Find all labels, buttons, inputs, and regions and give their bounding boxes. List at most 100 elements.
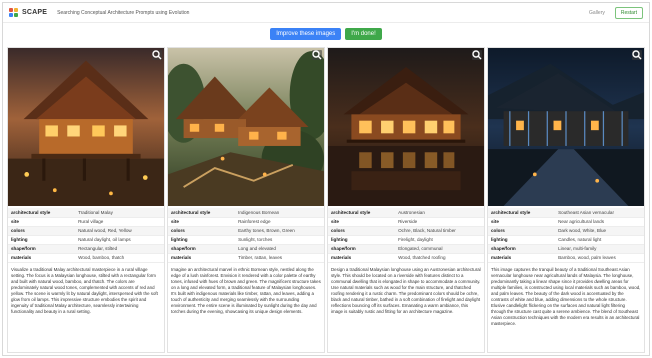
generated-image-3[interactable] bbox=[328, 48, 484, 206]
restart-button[interactable]: Restart bbox=[614, 6, 643, 19]
table-row: lighting Natural daylight, oil lamps bbox=[8, 235, 164, 245]
attribute-key: architectural style bbox=[8, 208, 76, 218]
table-row: architectural style Traditional Malay bbox=[8, 208, 164, 218]
table-row: colors Natural wood, Red, Yellow bbox=[8, 226, 164, 236]
attribute-key: site bbox=[168, 217, 236, 227]
attribute-key: materials bbox=[328, 253, 396, 263]
table-row: site Riverside bbox=[328, 217, 484, 227]
attribute-key: site bbox=[488, 217, 556, 227]
attribute-key: materials bbox=[488, 253, 556, 263]
logo[interactable]: SCAPE bbox=[9, 7, 48, 18]
generated-image-4[interactable] bbox=[488, 48, 644, 206]
generated-image-1[interactable] bbox=[8, 48, 164, 206]
attribute-value: Bamboo, wood, palm leaves bbox=[555, 253, 644, 263]
image-description: Imagine an architectural marvel in ethni… bbox=[171, 266, 321, 314]
action-bar: Improve these images I'm done! bbox=[3, 28, 649, 40]
app-subtitle: Searching Conceptual Architecture Prompt… bbox=[57, 9, 190, 16]
attribute-value: Earthy tones, Brown, Green bbox=[235, 226, 324, 236]
attribute-value: Long and elevated bbox=[235, 244, 324, 254]
attribute-value: Austronesian bbox=[395, 208, 484, 218]
attribute-key: colors bbox=[8, 226, 76, 236]
image-cards: architectural style Traditional Malay sit… bbox=[7, 47, 645, 353]
table-row: materials Timber, rattan, leaves bbox=[168, 253, 324, 263]
attribute-key: shape/form bbox=[488, 244, 556, 254]
attribute-key: lighting bbox=[8, 235, 76, 245]
table-row: architectural style Indigenous Bornean bbox=[168, 208, 324, 218]
attribute-table: architectural style Southeast Asian verna… bbox=[488, 208, 644, 263]
attribute-key: shape/form bbox=[8, 244, 76, 254]
zoom-icon[interactable] bbox=[152, 50, 162, 60]
zoom-icon[interactable] bbox=[472, 50, 482, 60]
attribute-key: materials bbox=[8, 253, 76, 263]
table-row: architectural style Southeast Asian verna… bbox=[488, 208, 644, 218]
improve-images-button[interactable]: Improve these images bbox=[270, 28, 342, 40]
attribute-value: Wood, thatched roofing bbox=[395, 253, 484, 263]
attribute-key: colors bbox=[168, 226, 236, 236]
attribute-value: Rural village bbox=[75, 217, 164, 227]
table-row: architectural style Austronesian bbox=[328, 208, 484, 218]
generated-image-2[interactable] bbox=[168, 48, 324, 206]
attribute-value: Riverside bbox=[395, 217, 484, 227]
attribute-key: site bbox=[8, 217, 76, 227]
attribute-key: architectural style bbox=[168, 208, 236, 218]
table-row: shape/form Long and elevated bbox=[168, 244, 324, 254]
table-row: site Rainforest edge bbox=[168, 217, 324, 227]
table-row: materials Wood, thatched roofing bbox=[328, 253, 484, 263]
attribute-value: Rectangular, stilted bbox=[75, 244, 164, 254]
table-row: lighting Sunlight, torches bbox=[168, 235, 324, 245]
attribute-value: Timber, rattan, leaves bbox=[235, 253, 324, 263]
attribute-value: Southeast Asian vernacular bbox=[555, 208, 644, 218]
attribute-value: Natural wood, Red, Yellow bbox=[75, 226, 164, 236]
done-button[interactable]: I'm done! bbox=[345, 28, 382, 40]
attribute-table: architectural style Traditional Malay sit… bbox=[8, 208, 164, 263]
attribute-value: Rainforest edge bbox=[235, 217, 324, 227]
attribute-key: site bbox=[328, 217, 396, 227]
attribute-value: Dark wood, White, Blue bbox=[555, 226, 644, 236]
table-row: materials Bamboo, wood, palm leaves bbox=[488, 253, 644, 263]
attribute-value: Linear, multi-family bbox=[555, 244, 644, 254]
zoom-icon[interactable] bbox=[632, 50, 642, 60]
table-row: colors Earthy tones, Brown, Green bbox=[168, 226, 324, 236]
attribute-key: lighting bbox=[168, 235, 236, 245]
attribute-value: Candles, natural light bbox=[555, 235, 644, 245]
attribute-value: Indigenous Bornean bbox=[235, 208, 324, 218]
table-row: site Near agricultural lands bbox=[488, 217, 644, 227]
attribute-key: colors bbox=[488, 226, 556, 236]
table-row: lighting Candles, natural light bbox=[488, 235, 644, 245]
attribute-key: lighting bbox=[328, 235, 396, 245]
table-row: site Rural village bbox=[8, 217, 164, 227]
brand-name: SCAPE bbox=[22, 9, 48, 16]
attribute-value: Ochre, Black, Natural timber bbox=[395, 226, 484, 236]
attribute-table: architectural style Indigenous Bornean si… bbox=[168, 208, 324, 263]
image-description: Visualize a traditional Malay architectu… bbox=[11, 266, 158, 314]
table-row: shape/form Linear, multi-family bbox=[488, 244, 644, 254]
table-row: shape/form Elongated, communal bbox=[328, 244, 484, 254]
table-row: colors Ochre, Black, Natural timber bbox=[328, 226, 484, 236]
image-card-3: architectural style Austronesian site Rive… bbox=[327, 47, 485, 353]
logo-icon bbox=[9, 7, 19, 18]
attribute-key: architectural style bbox=[488, 208, 556, 218]
attribute-key: colors bbox=[328, 226, 396, 236]
attribute-key: architectural style bbox=[328, 208, 396, 218]
app-window: SCAPE Searching Conceptual Architecture … bbox=[2, 2, 650, 356]
attribute-key: materials bbox=[168, 253, 236, 263]
image-card-2: architectural style Indigenous Bornean si… bbox=[167, 47, 325, 353]
attribute-value: Near agricultural lands bbox=[555, 217, 644, 227]
zoom-icon[interactable] bbox=[312, 50, 322, 60]
image-description: Design a traditional Malaysian longhouse… bbox=[331, 266, 481, 314]
attribute-value: Natural daylight, oil lamps bbox=[75, 235, 164, 245]
attribute-value: Firelight, daylight bbox=[395, 235, 484, 245]
table-row: materials Wood, bamboo, thatch bbox=[8, 253, 164, 263]
attribute-key: shape/form bbox=[168, 244, 236, 254]
table-row: shape/form Rectangular, stilted bbox=[8, 244, 164, 254]
attribute-value: Elongated, communal bbox=[395, 244, 484, 254]
attribute-key: lighting bbox=[488, 235, 556, 245]
gallery-link[interactable]: Gallery bbox=[589, 10, 605, 16]
top-bar: SCAPE Searching Conceptual Architecture … bbox=[3, 3, 649, 23]
attribute-value: Traditional Malay bbox=[75, 208, 164, 218]
image-card-4: architectural style Southeast Asian verna… bbox=[487, 47, 645, 353]
attribute-key: shape/form bbox=[328, 244, 396, 254]
attribute-value: Wood, bamboo, thatch bbox=[75, 253, 164, 263]
attribute-value: Sunlight, torches bbox=[235, 235, 324, 245]
image-card-1: architectural style Traditional Malay sit… bbox=[7, 47, 165, 353]
